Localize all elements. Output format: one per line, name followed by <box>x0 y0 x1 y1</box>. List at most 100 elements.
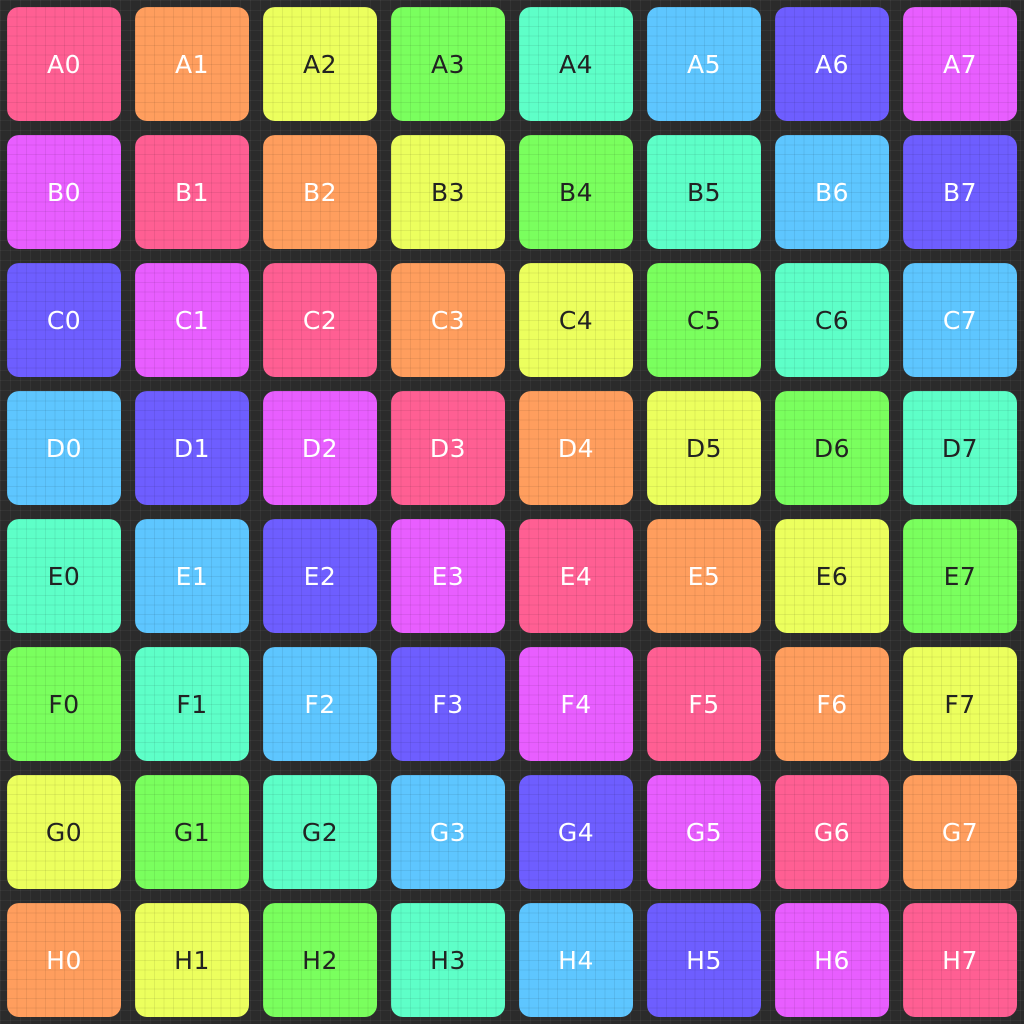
tile-c7[interactable]: C7 <box>903 263 1017 377</box>
tile-f1[interactable]: F1 <box>135 647 249 761</box>
tile-label: A7 <box>942 49 977 79</box>
tile-c1[interactable]: C1 <box>135 263 249 377</box>
tile-label: F4 <box>560 689 592 719</box>
tile-label: D3 <box>429 433 467 463</box>
tile-label: E5 <box>687 561 721 591</box>
tile-f4[interactable]: F4 <box>519 647 633 761</box>
tile-label: G3 <box>429 817 467 847</box>
tile-g7[interactable]: G7 <box>903 775 1017 889</box>
tile-e0[interactable]: E0 <box>7 519 121 633</box>
tile-label: C0 <box>46 305 82 335</box>
tile-h3[interactable]: H3 <box>391 903 505 1017</box>
tile-label: D1 <box>173 433 211 463</box>
tile-a4[interactable]: A4 <box>519 7 633 121</box>
tile-a3[interactable]: A3 <box>391 7 505 121</box>
tile-g2[interactable]: G2 <box>263 775 377 889</box>
tile-h2[interactable]: H2 <box>263 903 377 1017</box>
tile-f5[interactable]: F5 <box>647 647 761 761</box>
tile-a5[interactable]: A5 <box>647 7 761 121</box>
tile-h1[interactable]: H1 <box>135 903 249 1017</box>
tile-label: B7 <box>942 177 978 207</box>
tile-a6[interactable]: A6 <box>775 7 889 121</box>
tile-d5[interactable]: D5 <box>647 391 761 505</box>
tile-label: B0 <box>46 177 82 207</box>
tile-d3[interactable]: D3 <box>391 391 505 505</box>
tile-h5[interactable]: H5 <box>647 903 761 1017</box>
tile-g0[interactable]: G0 <box>7 775 121 889</box>
tile-c3[interactable]: C3 <box>391 263 505 377</box>
tile-e1[interactable]: E1 <box>135 519 249 633</box>
tile-d2[interactable]: D2 <box>263 391 377 505</box>
tile-h0[interactable]: H0 <box>7 903 121 1017</box>
tile-label: H4 <box>558 945 594 975</box>
tile-h6[interactable]: H6 <box>775 903 889 1017</box>
tile-label: H7 <box>942 945 978 975</box>
tile-e6[interactable]: E6 <box>775 519 889 633</box>
tile-label: E7 <box>943 561 977 591</box>
tile-a0[interactable]: A0 <box>7 7 121 121</box>
tile-label: D2 <box>301 433 339 463</box>
tile-c0[interactable]: C0 <box>7 263 121 377</box>
tile-label: A2 <box>302 49 337 79</box>
tile-b0[interactable]: B0 <box>7 135 121 249</box>
tile-label: C2 <box>302 305 338 335</box>
tile-b6[interactable]: B6 <box>775 135 889 249</box>
tile-label: C5 <box>686 305 722 335</box>
tile-e5[interactable]: E5 <box>647 519 761 633</box>
tile-label: A5 <box>686 49 721 79</box>
tile-f3[interactable]: F3 <box>391 647 505 761</box>
tile-label: F6 <box>816 689 848 719</box>
tile-g3[interactable]: G3 <box>391 775 505 889</box>
tile-f7[interactable]: F7 <box>903 647 1017 761</box>
tile-label: D4 <box>557 433 595 463</box>
tile-b1[interactable]: B1 <box>135 135 249 249</box>
tile-a1[interactable]: A1 <box>135 7 249 121</box>
tile-label: F0 <box>48 689 80 719</box>
tile-d4[interactable]: D4 <box>519 391 633 505</box>
tile-g5[interactable]: G5 <box>647 775 761 889</box>
tile-label: C4 <box>558 305 594 335</box>
tile-label: E6 <box>815 561 849 591</box>
tile-e4[interactable]: E4 <box>519 519 633 633</box>
tile-b5[interactable]: B5 <box>647 135 761 249</box>
tile-label: B6 <box>814 177 850 207</box>
tile-c2[interactable]: C2 <box>263 263 377 377</box>
tile-label: A1 <box>174 49 209 79</box>
tile-b7[interactable]: B7 <box>903 135 1017 249</box>
tile-g1[interactable]: G1 <box>135 775 249 889</box>
tile-b4[interactable]: B4 <box>519 135 633 249</box>
tile-label: F7 <box>944 689 976 719</box>
tile-label: B5 <box>686 177 722 207</box>
tile-f2[interactable]: F2 <box>263 647 377 761</box>
tile-d6[interactable]: D6 <box>775 391 889 505</box>
tile-e7[interactable]: E7 <box>903 519 1017 633</box>
tile-h7[interactable]: H7 <box>903 903 1017 1017</box>
tile-g6[interactable]: G6 <box>775 775 889 889</box>
tile-d0[interactable]: D0 <box>7 391 121 505</box>
tile-label: C3 <box>430 305 466 335</box>
tile-c6[interactable]: C6 <box>775 263 889 377</box>
tile-label: G6 <box>813 817 851 847</box>
tile-b3[interactable]: B3 <box>391 135 505 249</box>
tile-g4[interactable]: G4 <box>519 775 633 889</box>
tile-label: D7 <box>941 433 979 463</box>
tile-label: A6 <box>814 49 849 79</box>
tile-c4[interactable]: C4 <box>519 263 633 377</box>
tile-label: E2 <box>303 561 337 591</box>
tile-label: G1 <box>173 817 211 847</box>
tile-label: B4 <box>558 177 594 207</box>
tile-c5[interactable]: C5 <box>647 263 761 377</box>
tile-b2[interactable]: B2 <box>263 135 377 249</box>
tile-a7[interactable]: A7 <box>903 7 1017 121</box>
tile-e2[interactable]: E2 <box>263 519 377 633</box>
tile-label: H1 <box>174 945 210 975</box>
tile-a2[interactable]: A2 <box>263 7 377 121</box>
tile-label: E1 <box>175 561 209 591</box>
tile-label: C1 <box>174 305 210 335</box>
tile-d7[interactable]: D7 <box>903 391 1017 505</box>
tile-f0[interactable]: F0 <box>7 647 121 761</box>
tile-f6[interactable]: F6 <box>775 647 889 761</box>
tile-e3[interactable]: E3 <box>391 519 505 633</box>
tile-h4[interactable]: H4 <box>519 903 633 1017</box>
tile-d1[interactable]: D1 <box>135 391 249 505</box>
